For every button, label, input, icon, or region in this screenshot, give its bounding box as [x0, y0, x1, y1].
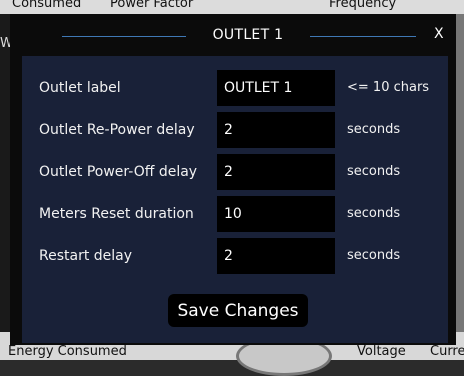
save-changes-button[interactable]: Save Changes [168, 294, 308, 327]
form-row-repower-delay: Outlet Re-Power delay seconds [22, 112, 448, 148]
form-row-restart-delay: Restart delay seconds [22, 238, 448, 274]
bg-label-current: Curre [430, 344, 464, 359]
restart-delay-input[interactable] [217, 238, 335, 274]
meters-reset-input[interactable] [217, 196, 335, 232]
meters-reset-label: Meters Reset duration [39, 206, 194, 222]
form-row-poweroff-delay: Outlet Power-Off delay seconds [22, 154, 448, 190]
poweroff-delay-label: Outlet Power-Off delay [39, 164, 198, 180]
restart-delay-label: Restart delay [39, 248, 133, 264]
modal-header: OUTLET 1 X [10, 14, 456, 56]
background-right-edge [456, 14, 464, 332]
background-left-edge: W [0, 14, 13, 332]
meters-reset-unit: seconds [347, 206, 401, 221]
repower-delay-label: Outlet Re-Power delay [39, 122, 195, 138]
outlet-label-input[interactable] [217, 70, 335, 106]
bg-label-energy-consumed: Energy Consumed [8, 344, 127, 359]
form-row-meters-reset: Meters Reset duration seconds [22, 196, 448, 232]
outlet-label-hint: <= 10 chars [347, 80, 430, 95]
modal-title: OUTLET 1 [212, 27, 284, 43]
form-row-outlet-label: Outlet label <= 10 chars [22, 70, 448, 106]
outlet-settings-modal: OUTLET 1 X Outlet label <= 10 chars Outl… [10, 14, 456, 345]
close-button[interactable]: X [434, 26, 444, 42]
poweroff-delay-unit: seconds [347, 164, 401, 179]
modal-body: Outlet label <= 10 chars Outlet Re-Power… [22, 56, 448, 343]
bg-label-frequency: Frequency [329, 0, 397, 11]
bg-label-power-factor: Power Factor [110, 0, 194, 11]
repower-delay-input[interactable] [217, 112, 335, 148]
header-divider-right [310, 36, 416, 37]
outlet-label-label: Outlet label [39, 80, 121, 96]
background-header-bar: Consumed Power Factor Frequency [0, 0, 464, 14]
poweroff-delay-input[interactable] [217, 154, 335, 190]
bg-label-voltage: Voltage [357, 344, 406, 359]
restart-delay-unit: seconds [347, 248, 401, 263]
repower-delay-unit: seconds [347, 122, 401, 137]
bg-label-consumed: Consumed [12, 0, 82, 11]
header-divider-left [62, 36, 186, 37]
